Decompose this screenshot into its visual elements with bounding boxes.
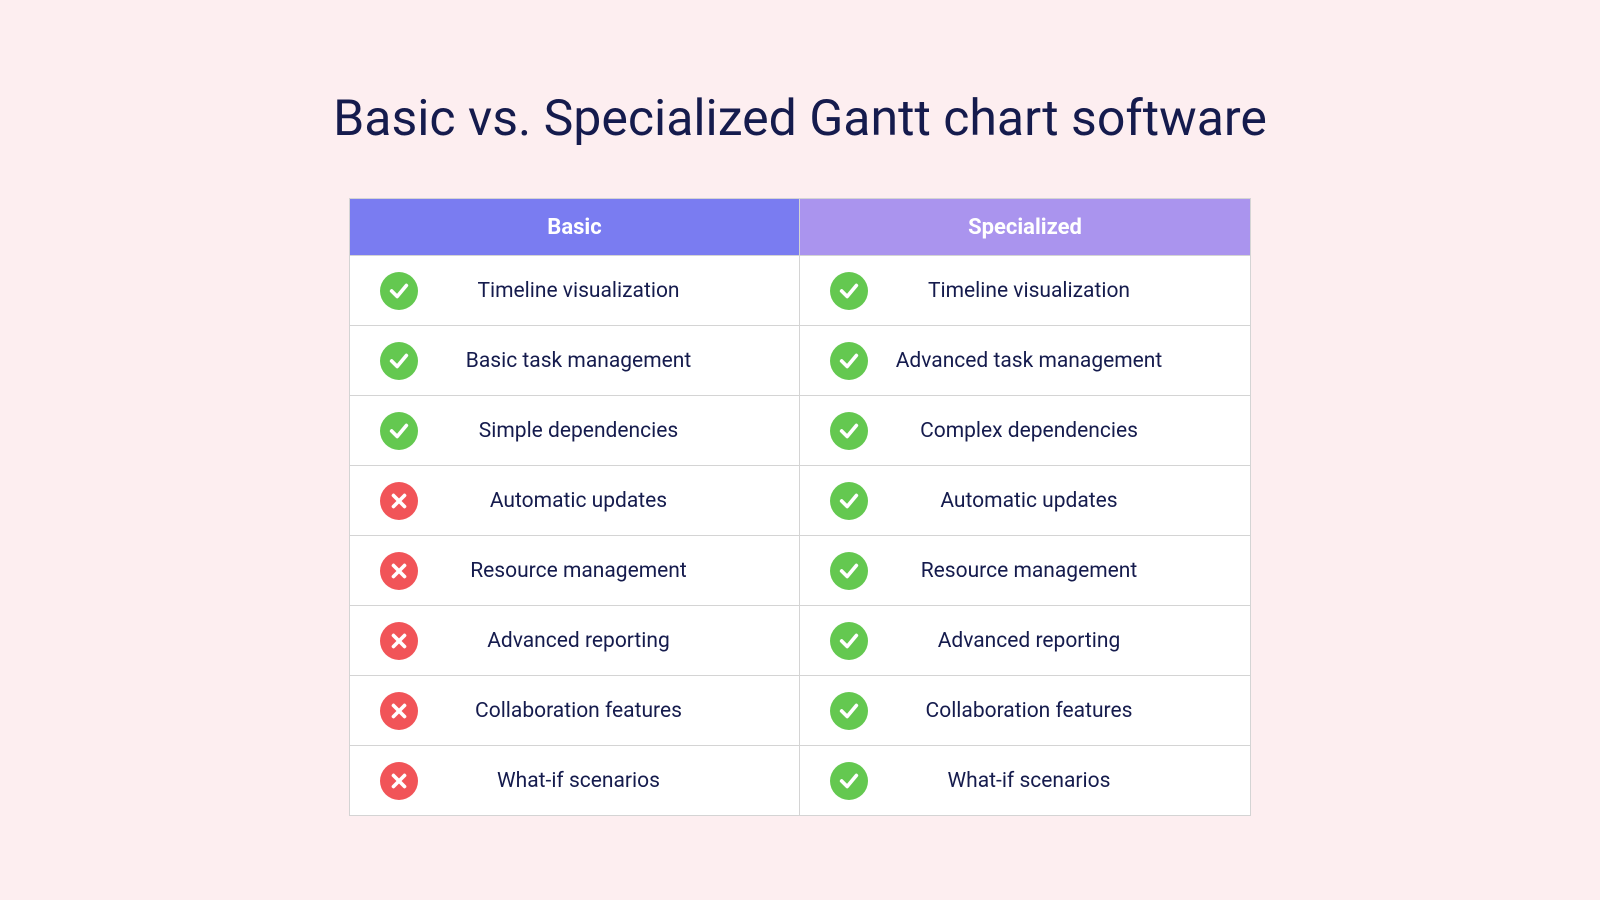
table-row: Simple dependencies xyxy=(350,395,799,465)
cross-icon xyxy=(380,622,418,660)
check-icon xyxy=(830,692,868,730)
row-label: Resource management xyxy=(418,559,799,583)
column-specialized: Specialized Timeline visualization Advanc… xyxy=(800,199,1250,815)
check-icon xyxy=(830,762,868,800)
row-label: Automatic updates xyxy=(868,489,1250,513)
table-row: What-if scenarios xyxy=(800,745,1250,815)
table-row: Advanced reporting xyxy=(800,605,1250,675)
row-label: Resource management xyxy=(868,559,1250,583)
row-label: Collaboration features xyxy=(418,699,799,723)
row-label: Timeline visualization xyxy=(418,279,799,303)
table-row: Automatic updates xyxy=(350,465,799,535)
row-label: Collaboration features xyxy=(868,699,1250,723)
table-row: Basic task management xyxy=(350,325,799,395)
table-row: Advanced reporting xyxy=(350,605,799,675)
check-icon xyxy=(830,412,868,450)
row-label: What-if scenarios xyxy=(868,769,1250,793)
check-icon xyxy=(830,482,868,520)
page-title: Basic vs. Specialized Gantt chart softwa… xyxy=(333,90,1267,148)
column-basic: Basic Timeline visualization Basic task m… xyxy=(350,199,800,815)
table-row: Automatic updates xyxy=(800,465,1250,535)
column-header-specialized: Specialized xyxy=(800,199,1250,255)
cross-icon xyxy=(380,552,418,590)
table-row: Timeline visualization xyxy=(800,255,1250,325)
row-label: Timeline visualization xyxy=(868,279,1250,303)
row-label: Simple dependencies xyxy=(418,419,799,443)
cross-icon xyxy=(380,482,418,520)
row-label: Complex dependencies xyxy=(868,419,1250,443)
row-label: Automatic updates xyxy=(418,489,799,513)
check-icon xyxy=(830,552,868,590)
check-icon xyxy=(380,272,418,310)
check-icon xyxy=(830,622,868,660)
cross-icon xyxy=(380,692,418,730)
table-row: Resource management xyxy=(800,535,1250,605)
row-label: Advanced task management xyxy=(868,349,1250,373)
table-row: Collaboration features xyxy=(350,675,799,745)
table-row: Resource management xyxy=(350,535,799,605)
row-label: What-if scenarios xyxy=(418,769,799,793)
row-label: Basic task management xyxy=(418,349,799,373)
cross-icon xyxy=(380,762,418,800)
comparison-table: Basic Timeline visualization Basic task m… xyxy=(349,198,1251,816)
row-label: Advanced reporting xyxy=(418,629,799,653)
check-icon xyxy=(380,412,418,450)
check-icon xyxy=(830,272,868,310)
table-row: Collaboration features xyxy=(800,675,1250,745)
table-row: Timeline visualization xyxy=(350,255,799,325)
table-row: What-if scenarios xyxy=(350,745,799,815)
table-row: Advanced task management xyxy=(800,325,1250,395)
column-header-basic: Basic xyxy=(350,199,799,255)
check-icon xyxy=(830,342,868,380)
row-label: Advanced reporting xyxy=(868,629,1250,653)
check-icon xyxy=(380,342,418,380)
table-row: Complex dependencies xyxy=(800,395,1250,465)
